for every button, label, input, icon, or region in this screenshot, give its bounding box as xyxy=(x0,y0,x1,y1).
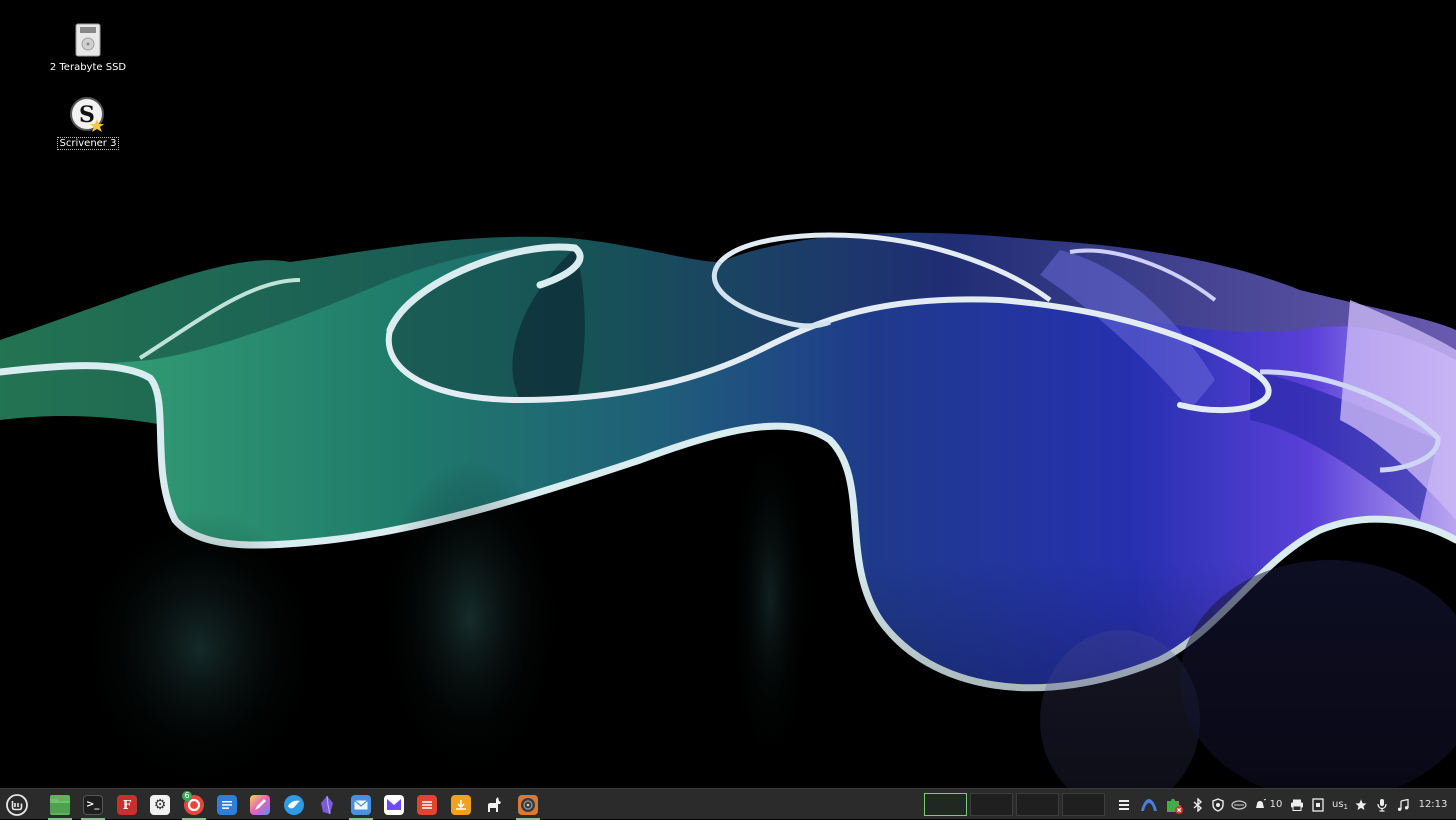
star-icon xyxy=(1355,799,1367,810)
microphone-icon xyxy=(1377,798,1387,812)
tray-microphone[interactable] xyxy=(1373,791,1391,818)
workspace-4[interactable] xyxy=(1062,793,1105,816)
workspace-1[interactable] xyxy=(924,793,967,816)
shield-icon xyxy=(1212,797,1224,812)
tray-bluetooth[interactable] xyxy=(1189,791,1207,818)
tray-stack-app[interactable] xyxy=(1114,791,1134,818)
files-icon xyxy=(50,794,70,815)
mint-menu-icon xyxy=(6,793,28,816)
scrivener-icon: S xyxy=(70,97,106,133)
clock-time: 12:13 xyxy=(1418,799,1448,810)
taskbar-app-llama[interactable] xyxy=(480,791,508,818)
taskbar-app-installer[interactable] xyxy=(447,791,475,818)
desktop-icon-scrivener[interactable]: S Scrivener 3 xyxy=(43,97,133,150)
disk-icon xyxy=(518,794,538,815)
taskbar-app-settings[interactable]: ⚙ xyxy=(146,791,174,818)
drawing-icon xyxy=(250,794,270,815)
mint-menu-button[interactable] xyxy=(3,791,31,818)
taskbar-app-vivaldi[interactable]: 6 xyxy=(180,791,208,820)
taskbar-app-font-manager[interactable]: F xyxy=(113,791,141,818)
workspace-2[interactable] xyxy=(970,793,1013,816)
taskbar-app-text-editor[interactable] xyxy=(213,791,241,818)
taskbar-app-bird[interactable] xyxy=(280,791,308,818)
music-note-icon xyxy=(1397,798,1409,811)
desktop-icon-ssd[interactable]: 2 Terabyte SSD xyxy=(43,22,133,73)
bluetooth-icon xyxy=(1193,797,1203,812)
terminal-icon: >_ xyxy=(83,794,103,815)
vpn-mountain-icon xyxy=(1141,798,1157,811)
desktop[interactable]: 2 Terabyte SSD S Scrivener 3 xyxy=(0,0,1456,788)
printer-icon xyxy=(1291,799,1303,811)
taskbar: >_ F ⚙ 6 10 us 1 12:13 xyxy=(0,788,1456,820)
tray-updates[interactable] xyxy=(1163,791,1185,818)
taskbar-app-proton-mail[interactable] xyxy=(380,791,408,818)
clock[interactable]: 12:13 xyxy=(1414,791,1452,818)
bird-icon xyxy=(284,794,304,815)
mail-icon xyxy=(351,794,371,815)
desktop-icon-label: Scrivener 3 xyxy=(56,137,120,150)
stack-icon xyxy=(1119,799,1129,810)
llama-icon xyxy=(484,795,504,815)
tray-network[interactable] xyxy=(1229,791,1249,818)
network-icon xyxy=(1231,799,1247,810)
tray-sound[interactable] xyxy=(1394,791,1412,818)
keyboard-layout-label: us xyxy=(1331,799,1344,810)
tray-printer[interactable] xyxy=(1287,791,1307,818)
drive-icon xyxy=(70,22,106,58)
taskbar-app-mail[interactable] xyxy=(347,791,375,820)
todoist-icon xyxy=(417,794,437,815)
notification-icon xyxy=(1255,798,1266,808)
taskbar-app-terminal[interactable]: >_ xyxy=(79,791,107,820)
keyboard-layout[interactable]: us 1 xyxy=(1329,791,1351,818)
text-editor-icon xyxy=(217,794,237,815)
settings-icon: ⚙ xyxy=(150,794,170,815)
desktop-icon-label: 2 Terabyte SSD xyxy=(49,62,127,73)
wallpaper xyxy=(0,232,1456,788)
tray-favorites[interactable] xyxy=(1352,791,1370,818)
taskbar-app-files[interactable] xyxy=(46,791,74,820)
proton-mail-icon xyxy=(384,794,404,815)
clipboard-icon xyxy=(1312,797,1324,812)
workspace-3[interactable] xyxy=(1016,793,1059,816)
taskbar-app-obsidian[interactable] xyxy=(313,791,341,818)
tray-vpn[interactable] xyxy=(1138,791,1160,818)
taskbar-app-disk[interactable] xyxy=(514,791,542,820)
keyboard-layout-marker: 1 xyxy=(1343,803,1349,811)
notification-count: 10 xyxy=(1269,799,1283,810)
taskbar-app-drawing[interactable] xyxy=(246,791,274,818)
installer-icon xyxy=(451,794,471,815)
obsidian-icon xyxy=(317,795,337,815)
font-manager-icon: F xyxy=(117,794,137,815)
taskbar-app-todoist[interactable] xyxy=(413,791,441,818)
tray-security[interactable] xyxy=(1209,791,1227,818)
notification-badge: 6 xyxy=(182,791,192,801)
tray-notifications[interactable]: 10 xyxy=(1251,791,1285,818)
puzzle-error-icon xyxy=(1167,798,1183,814)
tray-clipboard[interactable] xyxy=(1308,791,1328,818)
